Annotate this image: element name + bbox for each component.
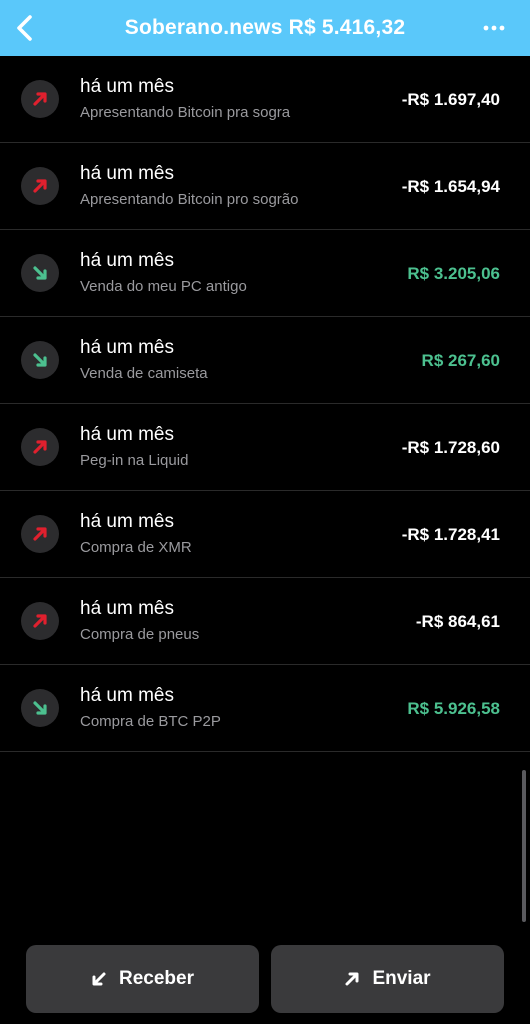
- transaction-direction-badge: [21, 254, 59, 292]
- transaction-row[interactable]: há um mês Compra de XMR -R$ 1.728,41: [0, 491, 530, 578]
- page-title: Soberano.news R$ 5.416,32: [124, 16, 406, 39]
- transaction-description: Venda de camiseta: [80, 365, 208, 382]
- transaction-time: há um mês: [80, 511, 174, 532]
- more-horizontal-icon: [483, 25, 505, 31]
- transaction-time: há um mês: [80, 685, 174, 706]
- transaction-time: há um mês: [80, 76, 174, 97]
- transaction-row[interactable]: há um mês Compra de pneus -R$ 864,61: [0, 578, 530, 665]
- transaction-time: há um mês: [80, 598, 174, 619]
- transaction-description: Compra de pneus: [80, 626, 200, 643]
- transaction-row[interactable]: há um mês Peg-in na Liquid -R$ 1.728,60: [0, 404, 530, 491]
- transaction-amount: -R$ 1.697,40: [401, 90, 500, 109]
- arrow-up-right-icon: [33, 92, 47, 106]
- transaction-description: Apresentando Bitcoin pro sogrão: [80, 191, 299, 208]
- transaction-time: há um mês: [80, 250, 174, 271]
- transaction-amount: -R$ 1.728,60: [401, 438, 500, 457]
- transaction-time: há um mês: [80, 424, 174, 445]
- transaction-text: há um mês Apresentando Bitcoin pra sogra: [80, 76, 290, 123]
- transaction-direction-badge: [21, 341, 59, 379]
- transaction-description: Venda do meu PC antigo: [80, 278, 247, 295]
- arrow-down-right-icon: [33, 701, 47, 715]
- transaction-list: há um mês Apresentando Bitcoin pra sogra -…: [0, 56, 530, 752]
- transaction-text: há um mês Compra de pneus: [80, 598, 199, 645]
- arrow-up-right-icon: [345, 972, 359, 986]
- transaction-time: há um mês: [80, 163, 174, 184]
- transaction-row[interactable]: há um mês Apresentando Bitcoin pra sogra -…: [0, 56, 530, 143]
- arrow-down-right-icon: [33, 353, 47, 367]
- arrow-down-left-icon: [92, 972, 106, 986]
- transaction-description: Compra de BTC P2P: [80, 713, 221, 730]
- receive-button[interactable]: Receber: [26, 945, 259, 1013]
- top-bar: Soberano.news R$ 5.416,32: [0, 0, 530, 56]
- transaction-amount: -R$ 1.728,41: [401, 525, 500, 544]
- transaction-direction-badge: [21, 80, 59, 118]
- transaction-direction-badge: [21, 689, 59, 727]
- transaction-row[interactable]: há um mês Apresentando Bitcoin pro sogrão…: [0, 143, 530, 230]
- chevron-left-icon: [17, 15, 32, 41]
- transaction-row[interactable]: há um mês Compra de BTC P2P R$ 5.926,58: [0, 665, 530, 752]
- transaction-text: há um mês Venda de camiseta: [80, 337, 208, 384]
- transaction-text: há um mês Compra de XMR: [80, 511, 192, 558]
- transaction-description: Peg-in na Liquid: [80, 452, 189, 469]
- send-button-label: Enviar: [372, 968, 431, 989]
- transaction-time: há um mês: [80, 337, 174, 358]
- transaction-direction-badge: [21, 602, 59, 640]
- transaction-row[interactable]: há um mês Venda do meu PC antigo R$ 3.205,…: [0, 230, 530, 317]
- transaction-text: há um mês Compra de BTC P2P: [80, 685, 221, 732]
- transaction-text: há um mês Venda do meu PC antigo: [80, 250, 247, 297]
- transaction-amount: R$ 267,60: [421, 351, 500, 370]
- transaction-amount: -R$ 864,61: [415, 612, 500, 631]
- arrow-up-right-icon: [33, 440, 47, 454]
- transaction-direction-badge: [21, 167, 59, 205]
- arrow-up-right-icon: [33, 179, 47, 193]
- transaction-direction-badge: [21, 515, 59, 553]
- transaction-amount: R$ 5.926,58: [407, 699, 500, 718]
- back-button[interactable]: [10, 8, 44, 48]
- transaction-text: há um mês Peg-in na Liquid: [80, 424, 188, 471]
- transaction-direction-badge: [21, 428, 59, 466]
- more-options-button[interactable]: [482, 20, 506, 36]
- transaction-text: há um mês Apresentando Bitcoin pro sogrão: [80, 163, 298, 210]
- transaction-description: Apresentando Bitcoin pra sogra: [80, 104, 291, 121]
- send-button[interactable]: Enviar: [271, 945, 504, 1013]
- receive-button-label: Receber: [119, 968, 194, 989]
- scrollbar[interactable]: [522, 770, 526, 922]
- transaction-amount: -R$ 1.654,94: [401, 177, 500, 196]
- transaction-row[interactable]: há um mês Venda de camiseta R$ 267,60: [0, 317, 530, 404]
- transaction-amount: R$ 3.205,06: [407, 264, 500, 283]
- arrow-down-right-icon: [33, 266, 47, 280]
- arrow-up-right-icon: [33, 527, 47, 541]
- arrow-up-right-icon: [33, 614, 47, 628]
- action-bar: Receber Enviar: [0, 945, 530, 1013]
- transaction-description: Compra de XMR: [80, 539, 192, 556]
